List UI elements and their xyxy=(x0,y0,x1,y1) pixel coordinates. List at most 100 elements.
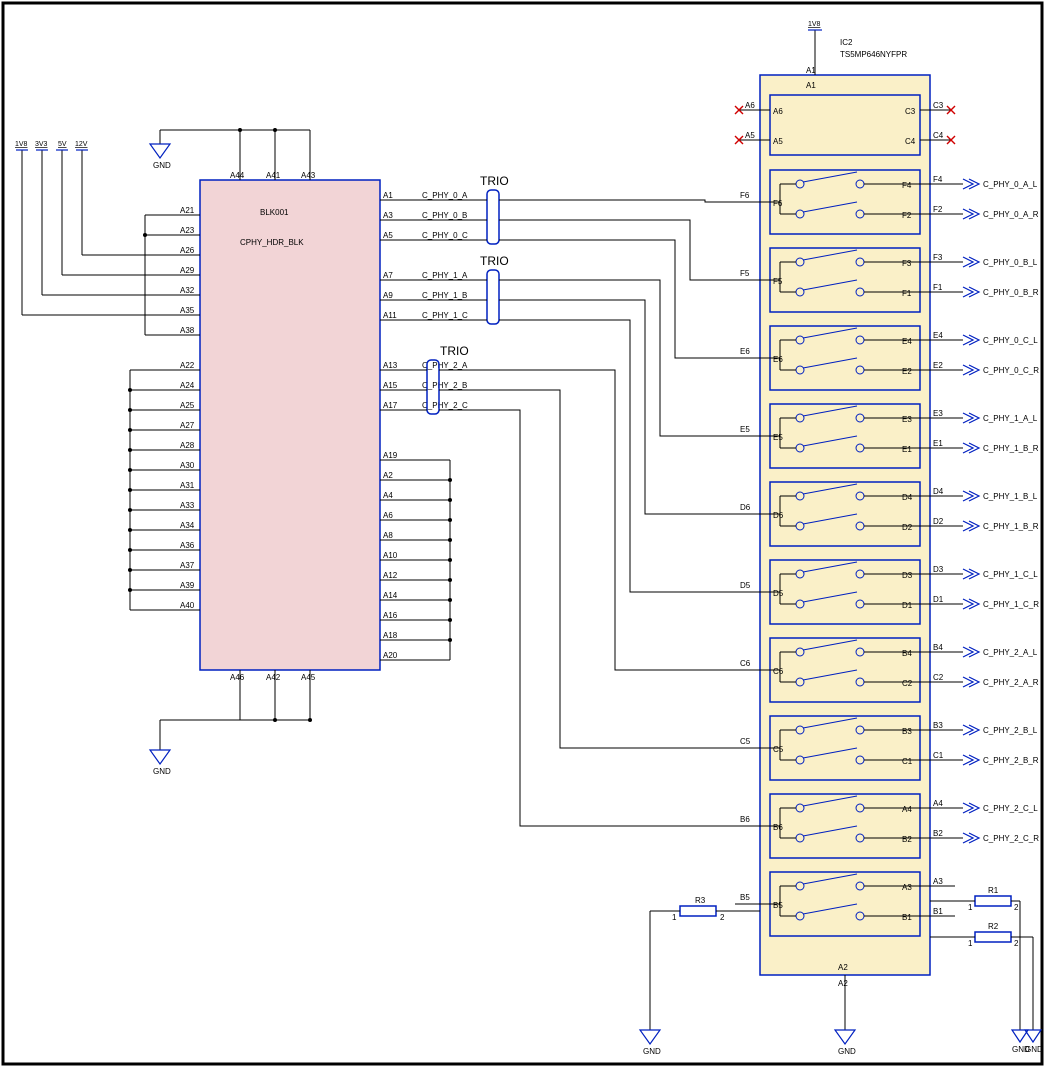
svg-text:C_PHY_1_B_L: C_PHY_1_B_L xyxy=(983,492,1038,501)
svg-text:C5: C5 xyxy=(773,745,784,754)
r3-label: R3 xyxy=(695,896,706,905)
svg-text:E2: E2 xyxy=(933,361,943,370)
svg-text:A34: A34 xyxy=(180,521,195,530)
svg-text:C_PHY_2_C_L: C_PHY_2_C_L xyxy=(983,804,1038,813)
svg-text:C_PHY_1_B: C_PHY_1_B xyxy=(422,291,467,300)
svg-text:A18: A18 xyxy=(383,631,398,640)
svg-text:C6: C6 xyxy=(773,667,784,676)
svg-text:D6: D6 xyxy=(773,511,784,520)
svg-text:C_PHY_2_B_L: C_PHY_2_B_L xyxy=(983,726,1038,735)
svg-text:B4: B4 xyxy=(902,649,912,658)
svg-text:A23: A23 xyxy=(180,226,195,235)
block-refdes: BLK001 xyxy=(260,208,289,217)
svg-text:C_PHY_2_A: C_PHY_2_A xyxy=(422,361,468,370)
gnd-label-top: GND xyxy=(153,161,171,170)
svg-text:A28: A28 xyxy=(180,441,195,450)
svg-text:A1: A1 xyxy=(806,81,816,90)
svg-text:A30: A30 xyxy=(180,461,195,470)
svg-text:C2: C2 xyxy=(933,673,944,682)
svg-text:A32: A32 xyxy=(180,286,195,295)
svg-text:A17: A17 xyxy=(383,401,398,410)
ic-1v8: 1V8 xyxy=(808,21,821,28)
svg-text:C_PHY_0_A: C_PHY_0_A xyxy=(422,191,468,200)
svg-text:D2: D2 xyxy=(902,523,913,532)
svg-text:C_PHY_2_C_R: C_PHY_2_C_R xyxy=(983,834,1039,843)
svg-text:A4: A4 xyxy=(383,491,393,500)
svg-text:C_PHY_2_B_R: C_PHY_2_B_R xyxy=(983,756,1039,765)
svg-text:C4: C4 xyxy=(905,137,916,146)
svg-text:1: 1 xyxy=(968,939,973,948)
svg-text:D4: D4 xyxy=(933,487,944,496)
svg-text:F3: F3 xyxy=(902,259,912,268)
svg-text:E6: E6 xyxy=(740,347,750,356)
svg-text:E5: E5 xyxy=(773,433,783,442)
svg-text:A15: A15 xyxy=(383,381,398,390)
svg-text:A29: A29 xyxy=(180,266,195,275)
svg-text:D2: D2 xyxy=(933,517,944,526)
svg-text:D1: D1 xyxy=(933,595,944,604)
svg-text:A38: A38 xyxy=(180,326,195,335)
svg-text:C_PHY_1_C_L: C_PHY_1_C_L xyxy=(983,570,1038,579)
svg-text:F3: F3 xyxy=(933,253,943,262)
svg-text:A14: A14 xyxy=(383,591,398,600)
svg-text:F4: F4 xyxy=(902,181,912,190)
svg-text:E2: E2 xyxy=(902,367,912,376)
svg-text:F1: F1 xyxy=(902,289,912,298)
svg-text:A2: A2 xyxy=(838,963,848,972)
svg-text:A27: A27 xyxy=(180,421,195,430)
svg-text:C_PHY_0_C_R: C_PHY_0_C_R xyxy=(983,366,1039,375)
svg-text:F5: F5 xyxy=(740,269,750,278)
svg-text:GND: GND xyxy=(1025,1045,1043,1054)
svg-text:C3: C3 xyxy=(933,101,944,110)
svg-text:E3: E3 xyxy=(902,415,912,424)
svg-text:A6: A6 xyxy=(383,511,393,520)
svg-text:B3: B3 xyxy=(902,727,912,736)
svg-text:A1: A1 xyxy=(806,66,816,75)
svg-text:C_PHY_1_A: C_PHY_1_A xyxy=(422,271,468,280)
svg-text:C_PHY_1_A_L: C_PHY_1_A_L xyxy=(983,414,1038,423)
svg-text:A19: A19 xyxy=(383,451,398,460)
pin-a42: A42 xyxy=(266,673,281,682)
svg-text:D1: D1 xyxy=(902,601,913,610)
svg-text:A10: A10 xyxy=(383,551,398,560)
ic-right: IC2 TS5MP646NYFPR 1V8 A1 A1 A6A6 A5A5 C3… xyxy=(735,21,955,1056)
svg-text:F1: F1 xyxy=(933,283,943,292)
ic-refdes: IC2 xyxy=(840,38,853,47)
svg-text:A4: A4 xyxy=(933,799,943,808)
svg-text:F4: F4 xyxy=(933,175,943,184)
svg-text:C_PHY_0_C: C_PHY_0_C xyxy=(422,231,468,240)
svg-text:C5: C5 xyxy=(740,737,751,746)
svg-text:F2: F2 xyxy=(902,211,912,220)
svg-text:C_PHY_2_A_L: C_PHY_2_A_L xyxy=(983,648,1038,657)
svg-text:C6: C6 xyxy=(740,659,751,668)
svg-text:A39: A39 xyxy=(180,581,195,590)
svg-text:A8: A8 xyxy=(383,531,393,540)
svg-text:C_PHY_2_A_R: C_PHY_2_A_R xyxy=(983,678,1039,687)
svg-text:A36: A36 xyxy=(180,541,195,550)
svg-text:C_PHY_0_A_L: C_PHY_0_A_L xyxy=(983,180,1038,189)
pin-a44: A44 xyxy=(230,171,245,180)
svg-text:D5: D5 xyxy=(773,589,784,598)
svg-text:B6: B6 xyxy=(773,823,783,832)
svg-text:A16: A16 xyxy=(383,611,398,620)
trio-label-1: TRIO xyxy=(480,254,509,268)
svg-text:F6: F6 xyxy=(773,199,783,208)
svg-text:A3: A3 xyxy=(933,877,943,886)
svg-text:A5: A5 xyxy=(383,231,393,240)
svg-text:D3: D3 xyxy=(902,571,913,580)
svg-text:C_PHY_0_B: C_PHY_0_B xyxy=(422,211,467,220)
svg-text:C_PHY_0_A_R: C_PHY_0_A_R xyxy=(983,210,1039,219)
svg-text:C_PHY_1_B_R: C_PHY_1_B_R xyxy=(983,444,1039,453)
svg-text:A22: A22 xyxy=(180,361,195,370)
svg-text:A13: A13 xyxy=(383,361,398,370)
svg-text:GND: GND xyxy=(643,1047,661,1056)
gnd-label-bot: GND xyxy=(153,767,171,776)
svg-text:A3: A3 xyxy=(383,211,393,220)
svg-text:A24: A24 xyxy=(180,381,195,390)
svg-text:C2: C2 xyxy=(902,679,913,688)
svg-text:A5: A5 xyxy=(773,137,783,146)
pin-a43: A43 xyxy=(301,171,316,180)
svg-text:2: 2 xyxy=(1014,939,1019,948)
svg-text:A12: A12 xyxy=(383,571,398,580)
r3-group: R3 1 2 GND xyxy=(640,896,760,1056)
